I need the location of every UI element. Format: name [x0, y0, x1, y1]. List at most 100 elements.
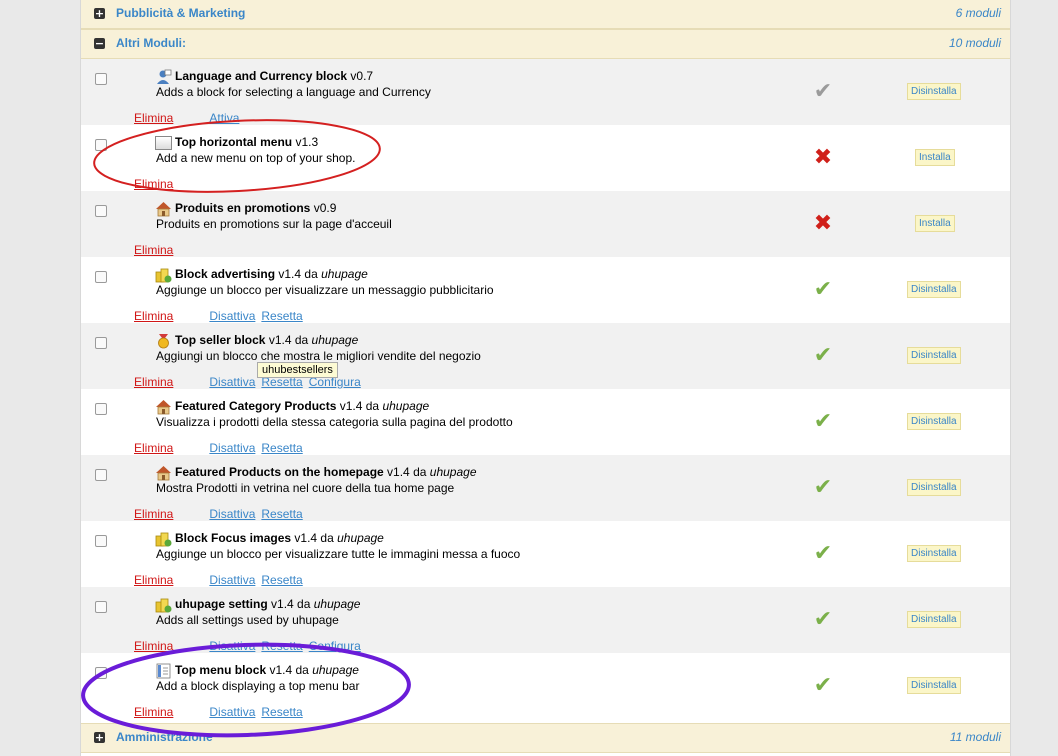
module-checkbox[interactable]	[95, 271, 107, 283]
module-links: Elimina Disattiva Resetta Configura	[134, 639, 367, 653]
delete-link[interactable]: Elimina	[134, 375, 173, 389]
deactivate-link[interactable]: Disattiva	[209, 507, 255, 521]
module-description: Aggiungi un blocco che mostra le miglior…	[156, 349, 481, 363]
module-description: Aggiunge un blocco per visualizzare un m…	[156, 283, 494, 297]
coins-icon	[155, 597, 172, 613]
category-count: 10 moduli	[948, 36, 1001, 50]
module-description: Add a block displaying a top menu bar	[156, 679, 360, 693]
enabled-check-icon: ✔	[813, 607, 833, 632]
enabled-check-icon: ✔	[813, 277, 833, 302]
module-row: Top horizontal menu v1.3 Add a new menu …	[81, 125, 1010, 191]
category-name[interactable]: Amministrazione	[116, 730, 213, 744]
uninstall-button[interactable]: Disinstalla	[907, 281, 961, 298]
module-checkbox[interactable]	[95, 535, 107, 547]
configure-link[interactable]: Configura	[309, 639, 361, 653]
uninstall-button[interactable]: Disinstalla	[907, 611, 961, 628]
module-row: Block Focus images v1.4 da uhupage Aggiu…	[81, 521, 1010, 587]
deactivate-link[interactable]: Disattiva	[209, 705, 255, 719]
module-checkbox[interactable]	[95, 337, 107, 349]
home-icon	[155, 201, 172, 217]
modules-panel: + Pubblicità & Marketing 6 moduli − Altr…	[80, 0, 1011, 756]
install-button[interactable]: Installa	[915, 149, 955, 166]
module-title: Top seller block v1.4 da uhupage	[175, 333, 359, 347]
reset-link[interactable]: Resetta	[261, 573, 302, 587]
module-title: uhupage setting v1.4 da uhupage	[175, 597, 361, 611]
deactivate-link[interactable]: Disattiva	[209, 441, 255, 455]
reset-link[interactable]: Resetta	[261, 309, 302, 323]
category-altri-moduli[interactable]: − Altri Moduli: 10 moduli	[81, 29, 1010, 59]
module-row: Top menu block v1.4 da uhupage Add a blo…	[81, 653, 1010, 719]
category-count: 6 moduli	[955, 6, 1001, 20]
module-checkbox[interactable]	[95, 469, 107, 481]
module-title: Top horizontal menu v1.3	[175, 135, 319, 149]
window-icon	[155, 136, 172, 150]
reset-link[interactable]: Resetta	[261, 639, 302, 653]
module-row: Language and Currency block v0.7 Adds a …	[81, 59, 1010, 125]
collapse-icon[interactable]: −	[94, 38, 105, 49]
module-checkbox[interactable]	[95, 73, 107, 85]
module-links: Elimina Disattiva Resetta	[134, 573, 309, 587]
delete-link[interactable]: Elimina	[134, 243, 173, 257]
enabled-check-icon: ✔	[813, 343, 833, 368]
module-links: Elimina	[134, 243, 209, 257]
uninstall-button[interactable]: Disinstalla	[907, 479, 961, 496]
home-icon	[155, 465, 172, 481]
module-title: Language and Currency block v0.7	[175, 69, 374, 83]
delete-link[interactable]: Elimina	[134, 177, 173, 191]
delete-link[interactable]: Elimina	[134, 639, 173, 653]
uninstall-button[interactable]: Disinstalla	[907, 677, 961, 694]
module-links: Elimina	[134, 177, 209, 191]
module-description: Add a new menu on top of your shop.	[156, 151, 356, 165]
module-description: Visualizza i prodotti della stessa categ…	[156, 415, 513, 429]
module-checkbox[interactable]	[95, 139, 107, 151]
delete-link[interactable]: Elimina	[134, 705, 173, 719]
uninstall-button[interactable]: Disinstalla	[907, 347, 961, 364]
delete-link[interactable]: Elimina	[134, 111, 173, 125]
module-description: Aggiunge un blocco per visualizzare tutt…	[156, 547, 521, 561]
user-icon	[155, 69, 172, 85]
module-row: Featured Category Products v1.4 da uhupa…	[81, 389, 1010, 455]
deactivate-link[interactable]: Disattiva	[209, 573, 255, 587]
module-links: Elimina Attiva	[134, 111, 245, 125]
category-count: 11 moduli	[949, 730, 1001, 744]
module-title: Featured Category Products v1.4 da uhupa…	[175, 399, 430, 413]
module-row: Produits en promotions v0.9 Produits en …	[81, 191, 1010, 257]
activate-link[interactable]: Attiva	[209, 111, 239, 125]
module-links: Elimina Disattiva Resetta	[134, 309, 309, 323]
uninstall-button[interactable]: Disinstalla	[907, 545, 961, 562]
module-links: Elimina Disattiva Resetta	[134, 507, 309, 521]
medal-icon	[155, 333, 172, 349]
module-row: uhupage setting v1.4 da uhupage Adds all…	[81, 587, 1010, 653]
delete-link[interactable]: Elimina	[134, 507, 173, 521]
reset-link[interactable]: Resetta	[261, 705, 302, 719]
category-amministrazione[interactable]: + Amministrazione 11 moduli	[81, 723, 1010, 753]
reset-link[interactable]: Resetta	[261, 507, 302, 521]
delete-link[interactable]: Elimina	[134, 441, 173, 455]
module-title: Block advertising v1.4 da uhupage	[175, 267, 368, 281]
category-name[interactable]: Altri Moduli:	[116, 36, 186, 50]
home-icon	[155, 399, 172, 415]
module-checkbox[interactable]	[95, 205, 107, 217]
deactivate-link[interactable]: Disattiva	[209, 639, 255, 653]
module-title: Top menu block v1.4 da uhupage	[175, 663, 359, 677]
expand-icon[interactable]: +	[94, 8, 105, 19]
reset-link[interactable]: Resetta	[261, 441, 302, 455]
module-title: Featured Products on the homepage v1.4 d…	[175, 465, 477, 479]
module-description: Produits en promotions sur la page d'acc…	[156, 217, 392, 231]
uninstall-button[interactable]: Disinstalla	[907, 83, 961, 100]
category-name[interactable]: Pubblicità & Marketing	[116, 6, 245, 20]
module-description: Mostra Prodotti in vetrina nel cuore del…	[156, 481, 455, 495]
module-checkbox[interactable]	[95, 403, 107, 415]
install-button[interactable]: Installa	[915, 215, 955, 232]
delete-link[interactable]: Elimina	[134, 309, 173, 323]
enabled-check-icon: ✔	[813, 541, 833, 566]
deactivate-link[interactable]: Disattiva	[209, 309, 255, 323]
category-pubblicita-marketing[interactable]: + Pubblicità & Marketing 6 moduli	[81, 0, 1010, 29]
expand-icon[interactable]: +	[94, 732, 105, 743]
delete-link[interactable]: Elimina	[134, 573, 173, 587]
disabled-cross-icon: ✖	[813, 211, 833, 236]
deactivate-link[interactable]: Disattiva	[209, 375, 255, 389]
module-checkbox[interactable]	[95, 601, 107, 613]
module-checkbox[interactable]	[95, 667, 107, 679]
uninstall-button[interactable]: Disinstalla	[907, 413, 961, 430]
